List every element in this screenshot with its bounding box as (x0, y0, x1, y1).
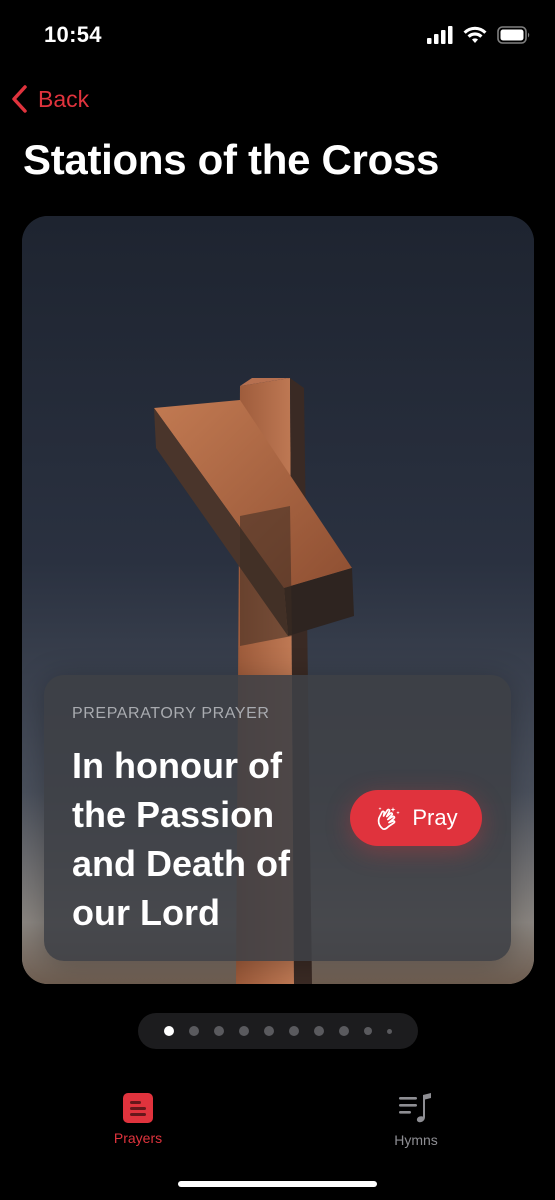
page-dot-7[interactable] (314, 1026, 324, 1036)
prayer-panel[interactable]: PREPARATORY PRAYER In honour of the Pass… (44, 675, 511, 961)
pray-label: Pray (412, 805, 458, 830)
signal-icon (427, 26, 453, 44)
page-dot-2[interactable] (189, 1026, 199, 1036)
page-indicator[interactable] (138, 1013, 418, 1049)
status-icons (427, 24, 531, 46)
tab-hymns[interactable]: Hymns (346, 1092, 486, 1148)
status-bar: 10:54 (0, 0, 555, 70)
music-note-icon (399, 1093, 431, 1123)
wifi-icon (463, 26, 487, 43)
prayer-eyebrow: PREPARATORY PRAYER (72, 705, 270, 722)
page-dot-3[interactable] (214, 1026, 224, 1036)
page-dot-1[interactable] (164, 1026, 174, 1036)
home-indicator (178, 1181, 377, 1187)
page-dot-9[interactable] (364, 1027, 372, 1035)
page-dot-5[interactable] (264, 1026, 274, 1036)
page-dot-6[interactable] (289, 1026, 299, 1036)
tab-bar: Prayers Hymns (0, 1080, 555, 1180)
chevron-left-icon (12, 85, 27, 113)
tab-prayers[interactable]: Prayers (68, 1092, 208, 1146)
pray-button[interactable]: Pray (350, 790, 482, 846)
page-dot-10[interactable] (387, 1028, 392, 1034)
page-dot-8[interactable] (339, 1026, 349, 1036)
back-button[interactable]: Back (10, 82, 89, 116)
prayers-icon (123, 1093, 153, 1123)
tab-prayers-label: Prayers (113, 1130, 163, 1146)
status-time: 10:54 (44, 22, 102, 47)
prayer-title: In honour of the Passion and Death of ou… (72, 745, 291, 933)
page-title: Stations of the Cross (23, 136, 440, 183)
page-dot-4[interactable] (239, 1026, 249, 1036)
tab-hymns-label: Hymns (394, 1132, 438, 1148)
battery-icon (497, 26, 530, 44)
praying-hands-icon (378, 807, 401, 830)
back-label: Back (38, 85, 90, 112)
